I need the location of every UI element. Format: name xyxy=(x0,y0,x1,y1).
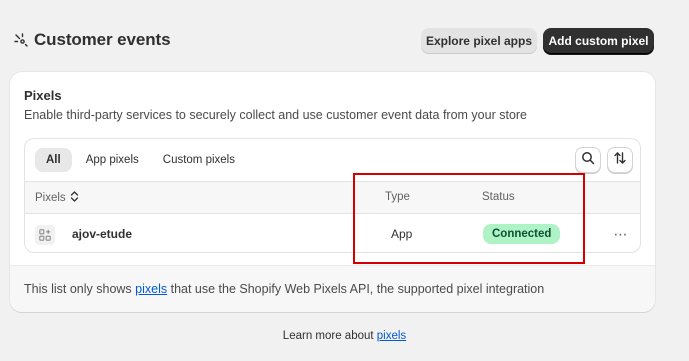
pixels-link[interactable]: pixels xyxy=(135,282,167,296)
app-grid-icon xyxy=(35,225,55,245)
search-button[interactable] xyxy=(575,147,601,173)
pixels-card: Pixels Enable third-party services to se… xyxy=(10,72,655,312)
customer-events-icon xyxy=(14,33,28,47)
tab-app-pixels[interactable]: App pixels xyxy=(76,148,149,172)
card-footer-note: This list only shows pixels that use the… xyxy=(10,265,655,312)
learn-more-prefix: Learn more about xyxy=(282,330,377,342)
status-badge: Connected xyxy=(483,224,561,244)
column-header-status: Status xyxy=(482,191,515,203)
tab-all[interactable]: All xyxy=(35,148,72,172)
page-header: Customer events Explore pixel apps Add c… xyxy=(0,0,689,82)
pixels-table-panel: All App pixels Custom pixels Pixels Type… xyxy=(24,138,641,253)
filter-tabs: All App pixels Custom pixels xyxy=(35,148,245,172)
sort-button[interactable] xyxy=(607,147,633,173)
table-row[interactable]: ajov-etude App Connected ⋯ xyxy=(25,214,640,252)
tab-custom-pixels[interactable]: Custom pixels xyxy=(153,148,245,172)
search-icon xyxy=(581,151,595,170)
sort-chevron-icon xyxy=(70,191,79,205)
column-header-type: Type xyxy=(385,191,410,203)
sort-icon xyxy=(613,151,627,170)
column-header-pixels[interactable]: Pixels xyxy=(35,191,79,205)
page-title: Customer events xyxy=(34,30,171,49)
footer-prefix: This list only shows xyxy=(24,282,136,296)
explore-pixel-apps-button[interactable]: Explore pixel apps xyxy=(421,28,537,54)
add-custom-pixel-button[interactable]: Add custom pixel xyxy=(543,28,654,54)
column-label-pixels: Pixels xyxy=(35,192,66,204)
card-title: Pixels xyxy=(24,88,62,103)
card-description: Enable third-party services to securely … xyxy=(24,108,528,122)
footer-suffix: that use the Shopify Web Pixels API, the… xyxy=(167,282,545,296)
learn-more-pixels-link[interactable]: pixels xyxy=(377,330,406,342)
learn-more: Learn more about pixels xyxy=(0,330,689,342)
table-header: Pixels Type Status xyxy=(25,181,640,214)
page-title-group: Customer events xyxy=(14,30,171,50)
pixel-type: App xyxy=(391,227,413,241)
pixel-name[interactable]: ajov-etude xyxy=(72,227,132,241)
more-actions-button[interactable]: ⋯ xyxy=(609,222,633,246)
